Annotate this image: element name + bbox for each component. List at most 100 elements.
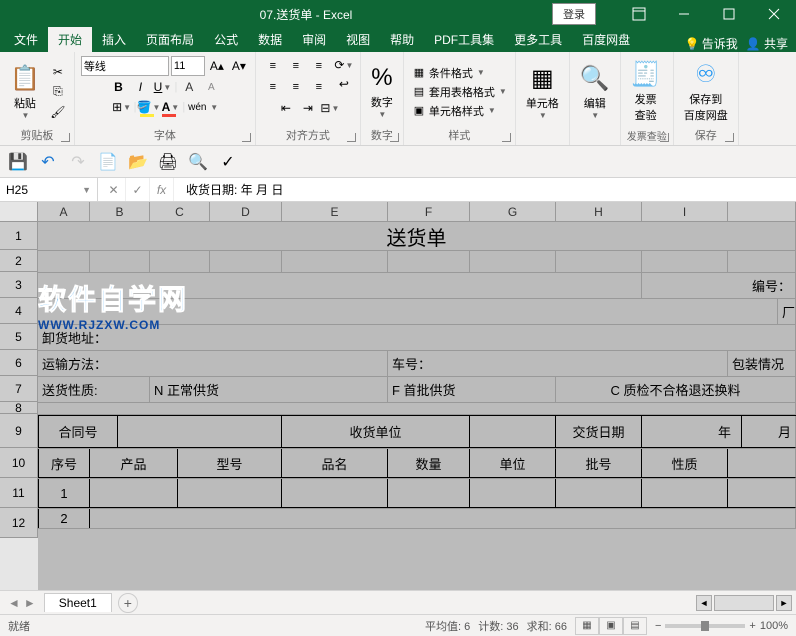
add-sheet-button[interactable]: + — [118, 593, 138, 613]
italic-button[interactable]: I — [130, 78, 150, 96]
col-header[interactable]: F — [388, 202, 470, 221]
save-baidu-button[interactable]: ♾ 保存到 百度网盘 — [680, 58, 732, 125]
maximize-icon[interactable] — [706, 0, 751, 28]
fill-color-button[interactable]: 🪣▼ — [138, 98, 158, 116]
row-header[interactable]: 2 — [0, 250, 38, 272]
format-painter-button[interactable]: 🖌 — [48, 103, 68, 121]
tab-layout[interactable]: 页面布局 — [136, 27, 204, 52]
horizontal-scrollbar[interactable] — [714, 595, 774, 611]
tab-file[interactable]: 文件 — [4, 27, 48, 52]
undo-button[interactable]: ↶ — [38, 152, 58, 172]
cell[interactable]: 送货单 — [38, 222, 796, 250]
row-header[interactable]: 4 — [0, 298, 38, 324]
bold-button[interactable]: B — [108, 78, 128, 96]
col-header[interactable]: C — [150, 202, 210, 221]
enter-formula-button[interactable]: ✓ — [126, 178, 150, 201]
fx-button[interactable]: fx — [150, 178, 174, 201]
tab-help[interactable]: 帮助 — [380, 27, 424, 52]
view-normal-button[interactable]: ▦ — [575, 617, 599, 635]
ribbon-options-icon[interactable] — [616, 0, 661, 28]
row-header[interactable]: 6 — [0, 350, 38, 376]
orientation-button[interactable]: ⟳▼ — [334, 56, 354, 74]
col-header[interactable]: A — [38, 202, 90, 221]
new-button[interactable]: 📄 — [98, 152, 118, 172]
decrease-indent-button[interactable]: ⇤ — [276, 99, 296, 117]
tab-baidu[interactable]: 百度网盘 — [572, 27, 640, 52]
minimize-icon[interactable] — [661, 0, 706, 28]
tell-me[interactable]: 💡告诉我 — [685, 35, 738, 52]
share-button[interactable]: 👤 共享 — [746, 35, 788, 52]
copy-button[interactable]: ⎘ — [48, 83, 68, 101]
spreadsheet-grid[interactable]: A B C D E F G H I 1 2 3 4 5 6 7 8 9 10 1… — [0, 202, 796, 590]
tab-insert[interactable]: 插入 — [92, 27, 136, 52]
wrap-text-button[interactable]: ↩ — [334, 75, 354, 93]
align-bottom-button[interactable]: ≡ — [308, 56, 330, 76]
col-header[interactable]: H — [556, 202, 642, 221]
row-header[interactable]: 10 — [0, 448, 38, 478]
row-header[interactable]: 3 — [0, 272, 38, 298]
print-preview-button[interactable]: 🔍 — [188, 152, 208, 172]
select-all-corner[interactable] — [0, 202, 38, 221]
tab-home[interactable]: 开始 — [48, 27, 92, 52]
tab-view[interactable]: 视图 — [336, 27, 380, 52]
spelling-button[interactable]: ✓ — [218, 152, 238, 172]
row-header[interactable]: 5 — [0, 324, 38, 350]
col-header[interactable]: E — [282, 202, 388, 221]
tab-formulas[interactable]: 公式 — [204, 27, 248, 52]
formula-input[interactable]: 收货日期: 年 月 日 — [178, 181, 796, 198]
cut-button[interactable]: ✂ — [48, 63, 68, 81]
font-color-button[interactable]: A▼ — [160, 98, 180, 116]
cells-button[interactable]: ▦ 单元格 ▼ — [522, 62, 563, 122]
font-grow-icon[interactable]: A — [179, 78, 199, 96]
sheet-tab[interactable]: Sheet1 — [44, 593, 112, 612]
scroll-left-button[interactable]: ◄ — [696, 595, 712, 611]
row-header[interactable]: 12 — [0, 508, 38, 538]
tab-data[interactable]: 数据 — [248, 27, 292, 52]
redo-button[interactable]: ↷ — [68, 152, 88, 172]
col-header[interactable] — [728, 202, 796, 221]
align-right-button[interactable]: ≡ — [308, 77, 330, 97]
increase-indent-button[interactable]: ⇥ — [298, 99, 318, 117]
paste-button[interactable]: 📋 粘贴 ▼ — [6, 62, 44, 122]
cancel-formula-button[interactable]: ✕ — [102, 178, 126, 201]
close-icon[interactable] — [751, 0, 796, 28]
sheet-nav-first-icon[interactable]: ◄ — [8, 596, 20, 610]
align-middle-button[interactable]: ≡ — [285, 56, 307, 76]
cell-styles-button[interactable]: ▣单元格样式▼ — [410, 102, 509, 120]
col-header[interactable]: G — [470, 202, 556, 221]
decrease-font-button[interactable]: A▾ — [229, 57, 249, 75]
open-button[interactable]: 📂 — [128, 152, 148, 172]
login-button[interactable]: 登录 — [552, 3, 596, 25]
print-button[interactable]: 🖨 — [158, 152, 178, 172]
row-header[interactable]: 1 — [0, 222, 38, 250]
editing-button[interactable]: 🔍 编辑 ▼ — [576, 62, 614, 122]
format-table-button[interactable]: ▤套用表格格式▼ — [410, 83, 509, 101]
zoom-slider[interactable] — [665, 624, 745, 628]
phonetic-button[interactable]: wén — [187, 98, 207, 116]
sheet-nav-last-icon[interactable]: ► — [24, 596, 36, 610]
align-top-button[interactable]: ≡ — [262, 56, 284, 76]
name-box-dropdown-icon[interactable]: ▼ — [82, 185, 91, 195]
font-name-select[interactable] — [81, 56, 169, 76]
name-box[interactable]: H25 ▼ — [0, 178, 98, 201]
col-header[interactable]: B — [90, 202, 150, 221]
row-header[interactable]: 7 — [0, 376, 38, 402]
tab-more[interactable]: 更多工具 — [504, 27, 572, 52]
row-header[interactable]: 9 — [0, 414, 38, 448]
col-header[interactable]: D — [210, 202, 282, 221]
col-header[interactable]: I — [642, 202, 728, 221]
tab-review[interactable]: 审阅 — [292, 27, 336, 52]
conditional-format-button[interactable]: ▦条件格式▼ — [410, 64, 509, 82]
number-format-button[interactable]: % 数字 ▼ — [367, 62, 397, 121]
font-size-select[interactable] — [171, 56, 205, 76]
view-page-break-button[interactable]: ▤ — [623, 617, 647, 635]
increase-font-button[interactable]: A▴ — [207, 57, 227, 75]
tab-pdf[interactable]: PDF工具集 — [424, 27, 504, 52]
underline-button[interactable]: U▼ — [152, 78, 172, 96]
font-shrink-icon[interactable]: A — [201, 78, 221, 96]
border-button[interactable]: ⊞▼ — [112, 98, 132, 116]
align-left-button[interactable]: ≡ — [262, 77, 284, 97]
view-page-layout-button[interactable]: ▣ — [599, 617, 623, 635]
row-header[interactable]: 8 — [0, 402, 38, 414]
merge-button[interactable]: ⊟▼ — [320, 99, 340, 117]
